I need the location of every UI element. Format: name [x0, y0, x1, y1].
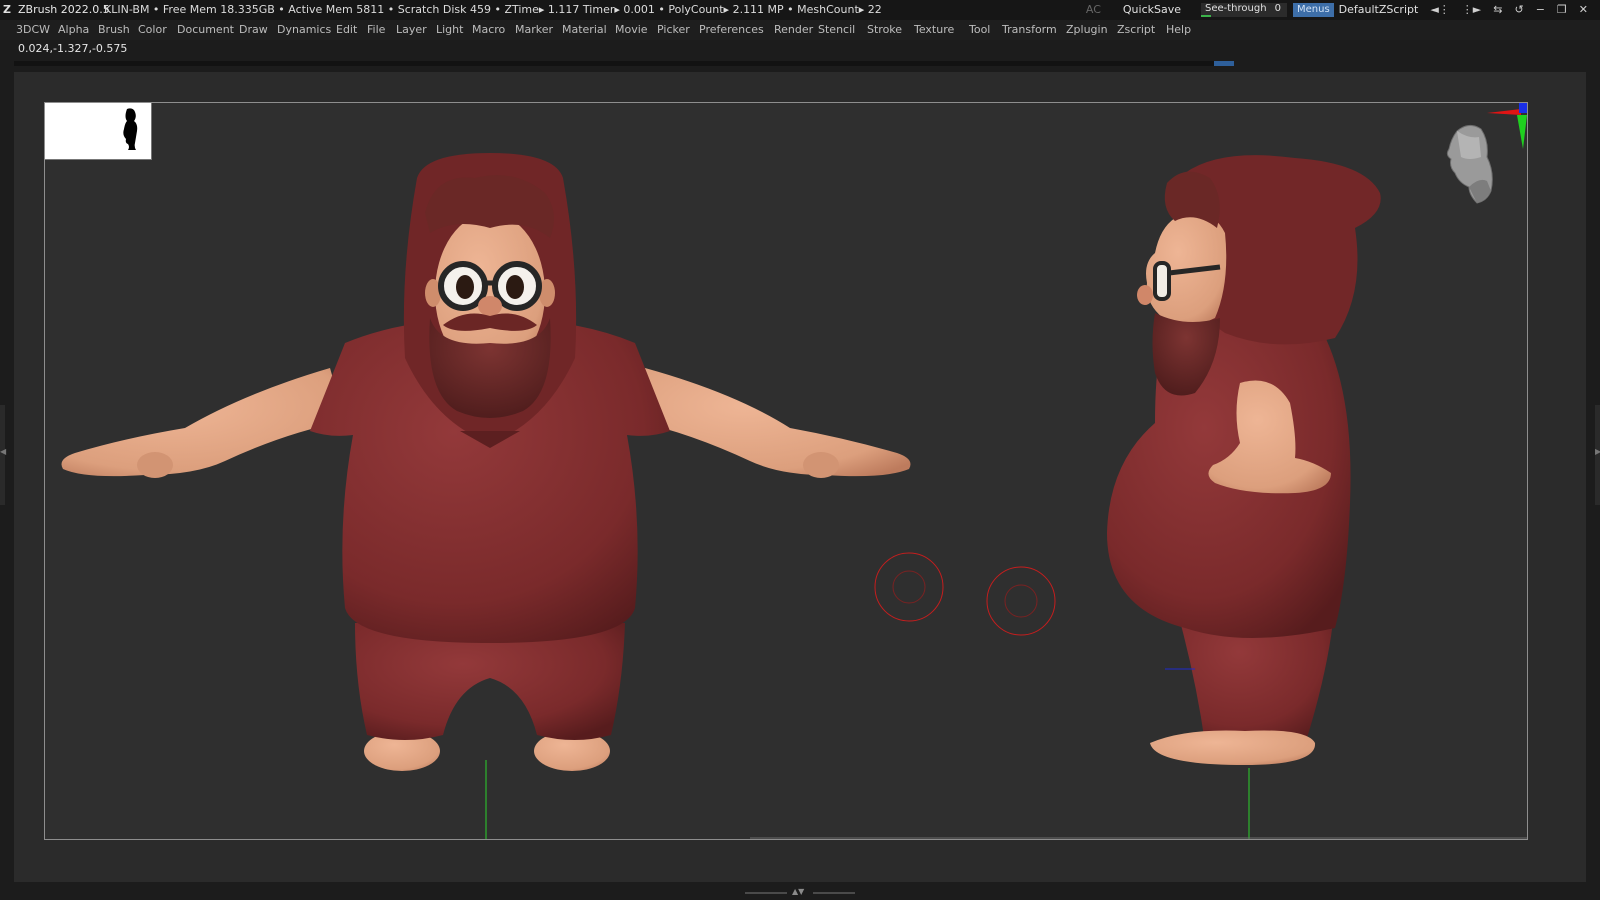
- front-eye-right: [506, 275, 524, 299]
- memory-stats: KLIN-BM • Free Mem 18.335GB • Active Mem…: [104, 3, 882, 16]
- layout-cycle-icon[interactable]: ↺: [1514, 0, 1523, 20]
- right-tray-handle[interactable]: ▶: [1595, 405, 1600, 505]
- see-through-label: See-through: [1205, 3, 1267, 14]
- menu-zplugin[interactable]: Zplugin: [1066, 20, 1108, 40]
- title-bar-controls: AC QuickSave See-through 0 Menus Default…: [1086, 0, 1600, 20]
- menu-bar: 3DCW Alpha Brush Color Document Draw Dyn…: [0, 20, 1600, 40]
- menu-marker[interactable]: Marker: [515, 20, 553, 40]
- menu-macro[interactable]: Macro: [472, 20, 505, 40]
- see-through-value: 0: [1274, 3, 1281, 14]
- transpose-ring-outer-2: [986, 566, 1056, 636]
- front-view-figure[interactable]: [61, 153, 911, 839]
- menus-toggle-button[interactable]: Menus: [1293, 3, 1334, 17]
- menu-stroke[interactable]: Stroke: [867, 20, 902, 40]
- zbrush-logo-icon: Z: [3, 3, 11, 16]
- front-right-thumb: [803, 452, 839, 478]
- transpose-ring-outer-1: [874, 552, 944, 622]
- front-nose: [478, 296, 502, 316]
- transpose-ring-inner-1: [892, 570, 926, 604]
- viewport-scene[interactable]: [45, 103, 1527, 839]
- front-left-thumb: [137, 452, 173, 478]
- side-view-figure[interactable]: [1107, 155, 1381, 839]
- side-nose: [1137, 285, 1153, 305]
- menu-light[interactable]: Light: [436, 20, 463, 40]
- menu-preferences[interactable]: Preferences: [699, 20, 764, 40]
- menu-render[interactable]: Render: [774, 20, 813, 40]
- menu-help[interactable]: Help: [1166, 20, 1191, 40]
- shrink-layout-icon[interactable]: ◄⋮: [1430, 0, 1449, 20]
- front-left-arm: [61, 368, 345, 477]
- close-icon[interactable]: ✕: [1579, 0, 1588, 20]
- default-zscript-button[interactable]: DefaultZScript: [1339, 0, 1419, 20]
- side-glasses-lens: [1153, 261, 1171, 301]
- minimize-icon[interactable]: −: [1536, 0, 1545, 20]
- menu-color[interactable]: Color: [138, 20, 167, 40]
- zbrush-window: Z ZBrush 2022.0.5 KLIN-BM • Free Mem 18.…: [0, 0, 1600, 900]
- bottom-handle-bar-left: [745, 892, 787, 894]
- see-through-fill: [1201, 15, 1211, 17]
- document-canvas[interactable]: [44, 102, 1528, 840]
- expand-layout-icon[interactable]: ⋮►: [1462, 0, 1481, 20]
- transpose-rings[interactable]: [874, 552, 1056, 636]
- menu-texture[interactable]: Texture: [914, 20, 954, 40]
- canvas-area[interactable]: [14, 72, 1586, 882]
- menu-3dcw[interactable]: 3DCW: [16, 20, 50, 40]
- left-tray-arrow-icon: ◀: [0, 447, 7, 456]
- progress-marker: [1214, 61, 1234, 66]
- bottom-tray-arrow-icon: ▲▼: [792, 887, 805, 896]
- menu-material[interactable]: Material: [562, 20, 607, 40]
- restore-icon[interactable]: ❐: [1557, 0, 1567, 20]
- front-right-arm: [635, 368, 911, 477]
- menu-brush[interactable]: Brush: [98, 20, 130, 40]
- menu-movie[interactable]: Movie: [615, 20, 648, 40]
- bottom-tray-handle[interactable]: ▲▼: [745, 887, 855, 896]
- navigator-head-icon[interactable]: [1439, 121, 1499, 207]
- side-foot: [1150, 730, 1316, 765]
- see-through-slider[interactable]: See-through 0: [1201, 3, 1287, 17]
- layout-swap-icon[interactable]: ⇆: [1493, 0, 1502, 20]
- quicksave-button[interactable]: QuickSave: [1123, 0, 1181, 20]
- menu-dynamics[interactable]: Dynamics: [277, 20, 331, 40]
- left-tray-handle[interactable]: ◀: [0, 405, 7, 505]
- menu-file[interactable]: File: [367, 20, 385, 40]
- bottom-handle-bar-right: [813, 892, 855, 894]
- cursor-coordinates: 0.024,-1.327,-0.575: [18, 42, 128, 55]
- menu-zscript[interactable]: Zscript: [1117, 20, 1155, 40]
- title-bar: Z ZBrush 2022.0.5 KLIN-BM • Free Mem 18.…: [0, 0, 1600, 20]
- front-eye-left: [456, 275, 474, 299]
- menu-transform[interactable]: Transform: [1002, 20, 1057, 40]
- menu-tool[interactable]: Tool: [969, 20, 990, 40]
- right-tray-arrow-icon: ▶: [1595, 447, 1600, 456]
- transpose-ring-inner-2: [1004, 584, 1038, 618]
- menu-picker[interactable]: Picker: [657, 20, 690, 40]
- menu-layer[interactable]: Layer: [396, 20, 427, 40]
- app-title: ZBrush 2022.0.5: [18, 3, 110, 16]
- menu-stencil[interactable]: Stencil: [818, 20, 855, 40]
- progress-strip: [14, 61, 1234, 66]
- ac-toggle[interactable]: AC: [1086, 0, 1101, 20]
- menu-document[interactable]: Document: [177, 20, 234, 40]
- menu-edit[interactable]: Edit: [336, 20, 357, 40]
- menu-alpha[interactable]: Alpha: [58, 20, 89, 40]
- menu-draw[interactable]: Draw: [239, 20, 268, 40]
